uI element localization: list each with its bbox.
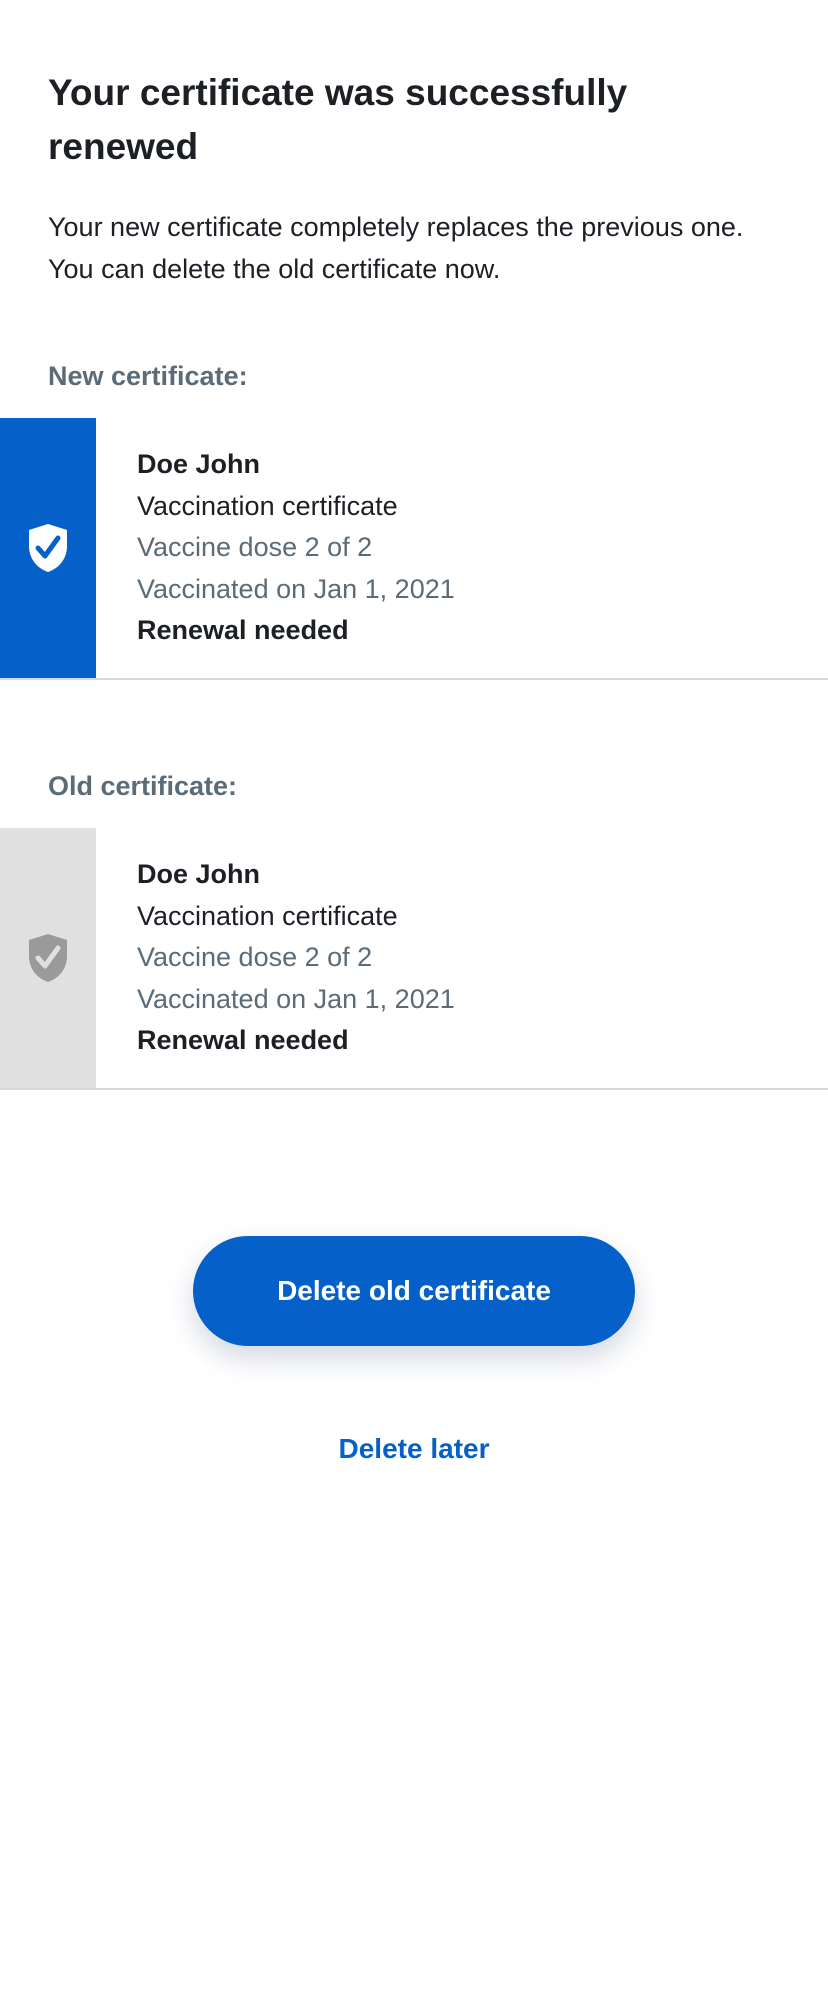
- new-certificate-label: New certificate:: [48, 361, 248, 391]
- old-certificate-card[interactable]: Doe John Vaccination certificate Vaccine…: [0, 828, 828, 1090]
- vaccination-date: Vaccinated on Jan 1, 2021: [137, 573, 455, 604]
- page-title: Your certificate was successfully renewe…: [48, 72, 628, 167]
- new-certificate-details: Doe John Vaccination certificate Vaccine…: [137, 444, 797, 652]
- old-certificate-label: Old certificate:: [48, 771, 238, 801]
- renewal-status: Renewal needed: [137, 615, 349, 645]
- new-certificate-status-strip: [0, 418, 96, 678]
- page-description: Your new certificate completely replaces…: [48, 212, 744, 284]
- vaccination-date: Vaccinated on Jan 1, 2021: [137, 983, 455, 1014]
- certificate-holder-name: Doe John: [137, 449, 261, 479]
- vaccine-dose: Vaccine dose 2 of 2: [137, 532, 373, 562]
- shield-check-icon: [29, 524, 67, 572]
- old-certificate-details: Doe John Vaccination certificate Vaccine…: [137, 854, 797, 1062]
- renewal-status: Renewal needed: [137, 1025, 349, 1055]
- old-certificate-status-strip: [0, 828, 96, 1088]
- new-certificate-card[interactable]: Doe John Vaccination certificate Vaccine…: [0, 418, 828, 680]
- certificate-type: Vaccination certificate: [137, 900, 398, 931]
- certificate-holder-name: Doe John: [137, 859, 261, 889]
- delete-later-button[interactable]: Delete later: [264, 1424, 564, 1474]
- delete-old-certificate-button[interactable]: Delete old certificate: [193, 1236, 635, 1346]
- certificate-type: Vaccination certificate: [137, 490, 398, 521]
- vaccine-dose: Vaccine dose 2 of 2: [137, 942, 373, 972]
- shield-check-icon: [29, 934, 67, 982]
